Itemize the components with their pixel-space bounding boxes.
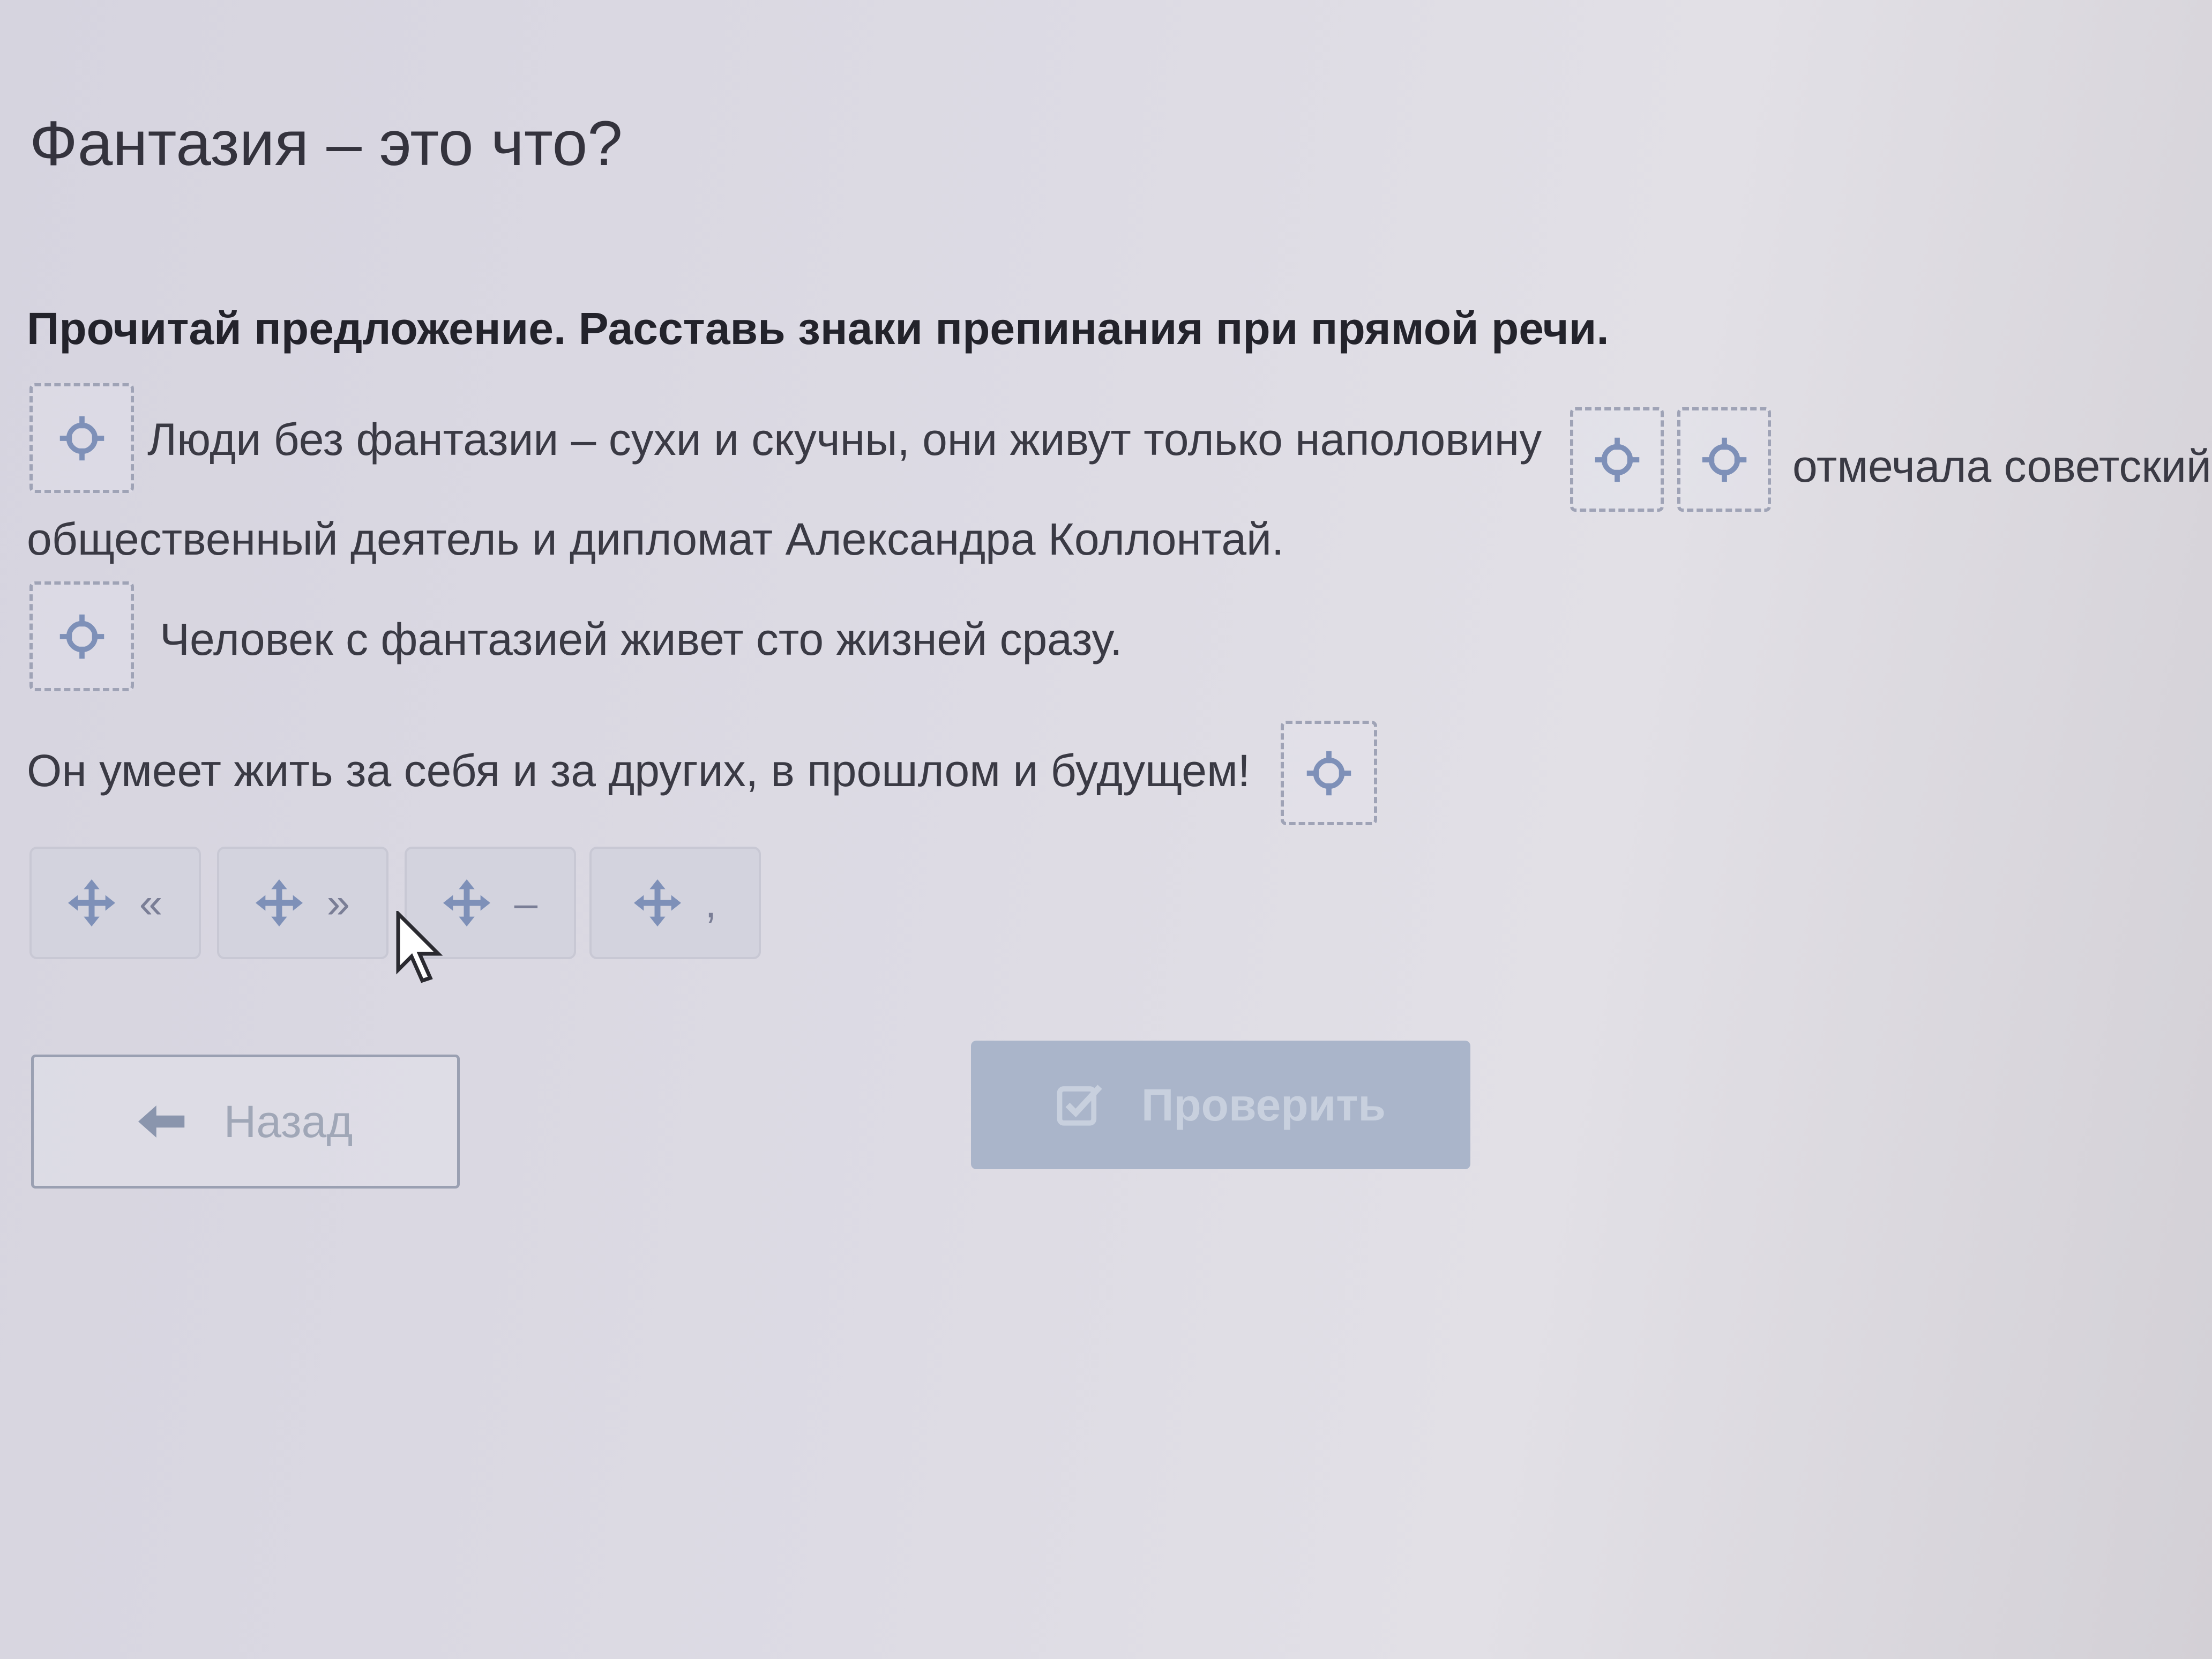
token-open-quote[interactable]: « xyxy=(29,847,201,959)
check-button-label: Проверить xyxy=(1141,1079,1386,1130)
move-icon xyxy=(633,879,681,926)
token-comma[interactable]: , xyxy=(589,847,761,959)
dropzone-2[interactable] xyxy=(1570,407,1664,512)
token-symbol: , xyxy=(705,879,717,926)
page-title: Фантазия – это что? xyxy=(29,108,623,179)
back-button[interactable]: Назад xyxy=(31,1055,460,1189)
dropzone-3[interactable] xyxy=(1677,407,1771,512)
mouse-cursor-icon xyxy=(396,911,443,983)
move-icon xyxy=(255,879,303,926)
sentence-line-2: общественный деятель и дипломат Александ… xyxy=(27,514,1284,564)
move-icon xyxy=(68,879,115,926)
dropzone-5[interactable] xyxy=(1281,721,1377,825)
token-close-quote[interactable]: » xyxy=(217,847,388,959)
check-button[interactable]: Проверить xyxy=(971,1041,1470,1169)
arrow-left-icon xyxy=(138,1105,184,1138)
target-icon xyxy=(59,416,104,460)
move-icon xyxy=(443,879,490,926)
task-instruction: Прочитай предложение. Расставь знаки пре… xyxy=(27,303,1609,354)
target-icon xyxy=(1702,437,1746,482)
sentence-line-1-after: отмечала советский xyxy=(1792,441,2211,491)
target-icon xyxy=(1306,751,1351,795)
sentence-line-4: Он умеет жить за себя и за других, в про… xyxy=(27,745,1251,796)
dropzone-4[interactable] xyxy=(29,581,134,691)
sentence-line-1: Люди без фантазии – сухи и скучны, они ж… xyxy=(147,414,1542,465)
target-icon xyxy=(59,614,104,659)
token-symbol: « xyxy=(139,879,163,926)
back-button-label: Назад xyxy=(223,1096,353,1147)
token-symbol: » xyxy=(326,879,350,926)
checkbox-icon xyxy=(1057,1085,1102,1126)
dropzone-1[interactable] xyxy=(29,383,134,493)
sentence-line-3: Человек с фантазией живет сто жизней сра… xyxy=(160,614,1123,664)
token-symbol: – xyxy=(514,879,538,926)
target-icon xyxy=(1595,437,1639,482)
